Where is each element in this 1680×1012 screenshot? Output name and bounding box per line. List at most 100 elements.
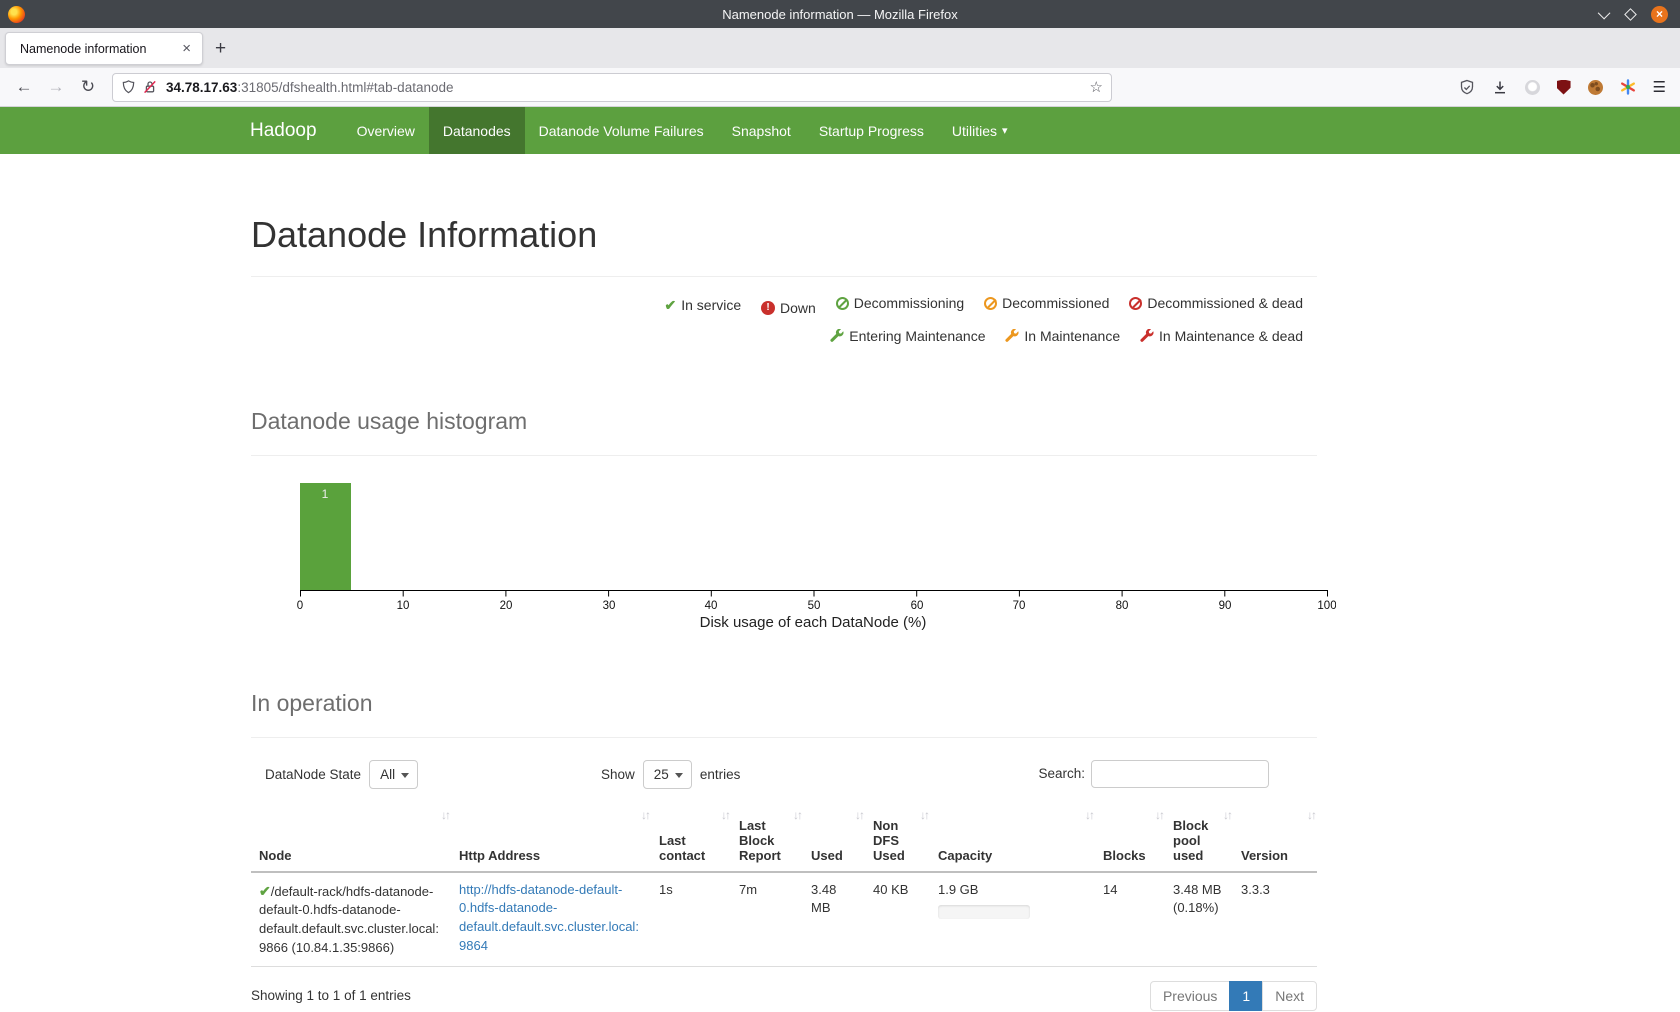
protections-shield-icon[interactable] bbox=[1459, 79, 1475, 96]
caret-down-icon: ▾ bbox=[1002, 124, 1008, 137]
col-header-non-dfs-used[interactable]: Non DFS Used↓↑ bbox=[865, 808, 930, 872]
legend-decommissioned-dead: Decommissioned & dead bbox=[1129, 289, 1303, 317]
tab-close-icon[interactable]: × bbox=[179, 40, 194, 57]
pagination-previous[interactable]: Previous bbox=[1150, 981, 1230, 1011]
col-header-http-address[interactable]: Http Address↓↑ bbox=[451, 808, 651, 872]
cell-last-contact: 1s bbox=[651, 872, 731, 967]
sort-icon: ↓↑ bbox=[641, 808, 649, 822]
legend-decommissioned: Decommissioned bbox=[984, 289, 1109, 317]
extension-icon[interactable] bbox=[1525, 80, 1540, 95]
col-header-blocks[interactable]: Blocks↓↑ bbox=[1095, 808, 1165, 872]
colorful-asterisk-extension-icon[interactable] bbox=[1620, 79, 1636, 95]
sort-icon: ↓↑ bbox=[441, 808, 449, 822]
reload-button[interactable]: ↻ bbox=[72, 77, 104, 97]
nav-item-overview[interactable]: Overview bbox=[343, 107, 429, 154]
browser-tab[interactable]: Namenode information × bbox=[5, 32, 203, 65]
col-header-capacity[interactable]: Capacity↓↑ bbox=[930, 808, 1095, 872]
new-tab-button[interactable]: + bbox=[215, 38, 226, 60]
search-label: Search: bbox=[1038, 766, 1085, 781]
window-title: Namenode information — Mozilla Firefox bbox=[0, 7, 1680, 22]
page-length-select[interactable]: 25 bbox=[643, 760, 692, 789]
x-axis-labels: 0 10 20 30 40 50 60 70 80 90 100 bbox=[297, 600, 1336, 612]
navbar-brand[interactable]: Hadoop bbox=[250, 107, 343, 154]
operation-section-title: In operation bbox=[251, 690, 1317, 717]
legend-in-service: ✔In service bbox=[664, 291, 741, 319]
histogram-section-title: Datanode usage histogram bbox=[251, 408, 1317, 435]
table-header-row: Node↓↑ Http Address↓↑ Last contact↓↑ Las… bbox=[251, 808, 1317, 872]
datanode-state-select[interactable]: All bbox=[369, 760, 418, 789]
legend-down: !Down bbox=[761, 294, 816, 322]
forward-button[interactable]: → bbox=[40, 77, 72, 97]
pagination-next[interactable]: Next bbox=[1262, 981, 1317, 1011]
col-header-node[interactable]: Node↓↑ bbox=[251, 808, 451, 872]
in-service-check-icon: ✔ bbox=[259, 883, 271, 899]
browser-toolbar: ← → ↻ 34.78.17.63:31805/dfshealth.html#t… bbox=[0, 68, 1680, 107]
show-label: Show bbox=[601, 767, 635, 782]
wrench-icon bbox=[1005, 329, 1019, 343]
tab-strip: Namenode information × + bbox=[0, 28, 1680, 68]
cell-used: 3.48 MB bbox=[803, 872, 865, 967]
datanode-state-label: DataNode State bbox=[265, 767, 361, 782]
nav-item-snapshot[interactable]: Snapshot bbox=[718, 107, 805, 154]
legend-entering-maintenance: Entering Maintenance bbox=[830, 322, 985, 350]
window-close-icon[interactable]: × bbox=[1651, 6, 1668, 23]
cell-last-block-report: 7m bbox=[731, 872, 803, 967]
wrench-icon bbox=[1140, 329, 1154, 343]
wrench-icon bbox=[830, 329, 844, 343]
divider bbox=[251, 737, 1317, 738]
nav-item-startup-progress[interactable]: Startup Progress bbox=[805, 107, 938, 154]
col-header-used[interactable]: Used↓↑ bbox=[803, 808, 865, 872]
nav-item-utilities[interactable]: Utilities▾ bbox=[938, 107, 1022, 154]
bookmark-star-icon[interactable]: ☆ bbox=[1090, 78, 1103, 96]
table-controls: DataNode State All Show 25 entries Searc… bbox=[251, 760, 1317, 790]
nav-item-datanode-volume-failures[interactable]: Datanode Volume Failures bbox=[525, 107, 718, 154]
datanode-table: Node↓↑ Http Address↓↑ Last contact↓↑ Las… bbox=[251, 808, 1317, 967]
entries-label: entries bbox=[700, 767, 741, 782]
svg-text:70: 70 bbox=[1013, 600, 1026, 612]
status-legend: ✔In service !Down Decommissioning Decomm… bbox=[251, 289, 1317, 352]
ublock-origin-icon[interactable] bbox=[1557, 80, 1571, 95]
page-title: Datanode Information bbox=[251, 214, 1317, 256]
cookie-extension-icon[interactable] bbox=[1588, 80, 1603, 95]
sort-icon: ↓↑ bbox=[1223, 808, 1231, 822]
cell-version: 3.3.3 bbox=[1233, 872, 1317, 967]
svg-text:90: 90 bbox=[1219, 600, 1232, 612]
svg-text:60: 60 bbox=[911, 600, 924, 612]
bar-count-label: 1 bbox=[322, 487, 329, 501]
cell-http-address: http://hdfs-datanode-default-0.hdfs-data… bbox=[451, 872, 651, 967]
legend-decommissioning: Decommissioning bbox=[836, 289, 964, 317]
pagination: Previous 1 Next bbox=[1151, 981, 1317, 1011]
pagination-page-1[interactable]: 1 bbox=[1229, 981, 1263, 1011]
svg-text:0: 0 bbox=[297, 600, 303, 612]
url-bar[interactable]: 34.78.17.63:31805/dfshealth.html#tab-dat… bbox=[112, 73, 1112, 102]
cell-block-pool-used: 3.48 MB (0.18%) bbox=[1165, 872, 1233, 967]
insecure-lock-icon[interactable] bbox=[142, 79, 158, 95]
legend-in-maintenance: In Maintenance bbox=[1005, 322, 1120, 350]
window-titlebar: Namenode information — Mozilla Firefox × bbox=[0, 0, 1680, 28]
col-header-block-pool-used[interactable]: Block pool used↓↑ bbox=[1165, 808, 1233, 872]
downloads-icon[interactable] bbox=[1492, 79, 1508, 96]
search-input[interactable] bbox=[1091, 760, 1269, 788]
ban-icon bbox=[984, 297, 997, 310]
ban-icon bbox=[836, 297, 849, 310]
sort-icon: ↓↑ bbox=[855, 808, 863, 822]
tracking-shield-icon[interactable] bbox=[121, 79, 136, 95]
col-header-last-block-report[interactable]: Last Block Report↓↑ bbox=[731, 808, 803, 872]
back-button[interactable]: ← bbox=[8, 77, 40, 97]
maximize-icon[interactable] bbox=[1624, 8, 1637, 21]
col-header-last-contact[interactable]: Last contact↓↑ bbox=[651, 808, 731, 872]
table-row: ✔/default-rack/hdfs-datanode-default-0.h… bbox=[251, 872, 1317, 967]
svg-text:100: 100 bbox=[1317, 600, 1336, 612]
menu-hamburger-icon[interactable]: ☰ bbox=[1653, 78, 1666, 96]
x-axis-caption: Disk usage of each DataNode (%) bbox=[700, 614, 927, 631]
sort-icon: ↓↑ bbox=[920, 808, 928, 822]
svg-text:40: 40 bbox=[705, 600, 718, 612]
nav-item-datanodes[interactable]: Datanodes bbox=[429, 107, 525, 154]
check-icon: ✔ bbox=[664, 291, 676, 319]
sort-icon: ↓↑ bbox=[1307, 808, 1315, 822]
http-address-link[interactable]: http://hdfs-datanode-default-0.hdfs-data… bbox=[459, 882, 639, 954]
tab-title: Namenode information bbox=[20, 42, 179, 56]
sort-icon: ↓↑ bbox=[793, 808, 801, 822]
col-header-version[interactable]: Version↓↑ bbox=[1233, 808, 1317, 872]
url-text: 34.78.17.63:31805/dfshealth.html#tab-dat… bbox=[166, 80, 1090, 95]
